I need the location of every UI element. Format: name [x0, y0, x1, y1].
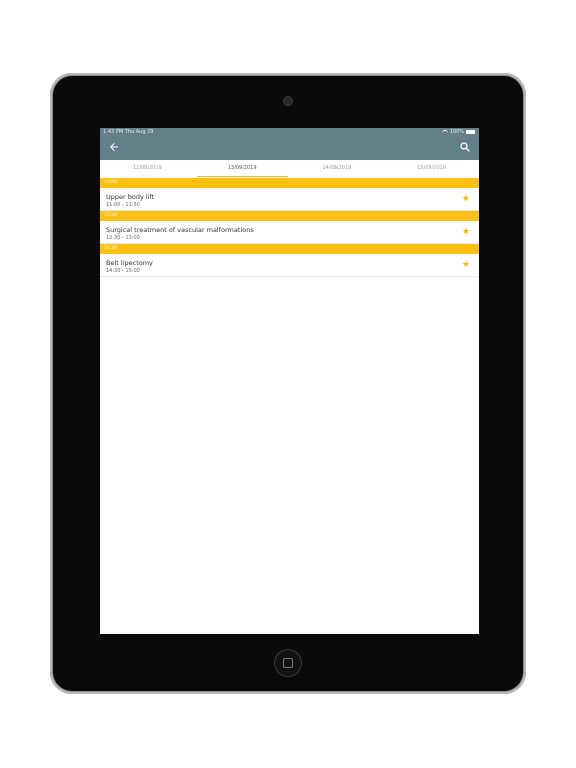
app-bar: 1:43 PM Thu Aug 29 100% [100, 128, 479, 160]
date-tabs: 12/09/2019 13/09/2019 14/09/2019 15/09/2… [100, 160, 479, 178]
status-time: 1:43 PM [103, 129, 124, 135]
wifi-icon [441, 130, 448, 134]
status-bar-left: 1:43 PM Thu Aug 29 [103, 129, 153, 135]
home-square-icon [283, 658, 293, 668]
session-time: 11:00 - 11:30 [106, 202, 140, 208]
status-bar-right: 100% [441, 129, 475, 135]
star-icon[interactable]: ★ [462, 261, 470, 270]
session-title: Surgical treatment of vascular malformat… [106, 226, 254, 234]
session-item[interactable]: Belt lipectomy 14:30 - 15:00 ★ [100, 254, 479, 277]
tab-date-4[interactable]: 15/09/2019 [384, 160, 479, 178]
time-header: 11:00 [100, 178, 479, 188]
session-item[interactable]: Surgical treatment of vascular malformat… [100, 221, 479, 244]
battery-level: 100% [449, 129, 464, 135]
time-header: 12:30 [100, 211, 479, 221]
tab-date-1[interactable]: 12/09/2019 [100, 160, 195, 178]
session-title: Belt lipectomy [106, 259, 153, 267]
session-item[interactable]: Upper body lift 11:00 - 11:30 ★ [100, 188, 479, 211]
battery-icon [466, 130, 475, 134]
arrow-left-icon[interactable] [108, 141, 120, 153]
star-icon[interactable]: ★ [462, 228, 470, 237]
search-icon[interactable] [459, 141, 471, 153]
session-time: 12:30 - 13:00 [106, 235, 140, 241]
tab-date-2[interactable]: 13/09/2019 [195, 160, 290, 178]
tab-date-3[interactable]: 14/09/2019 [290, 160, 385, 178]
time-header: 14:30 [100, 244, 479, 254]
session-list: 11:00 Upper body lift 11:00 - 11:30 ★ 12… [100, 178, 479, 277]
star-icon[interactable]: ★ [462, 195, 470, 204]
status-date: Thu Aug 29 [124, 129, 154, 135]
home-button[interactable] [274, 649, 302, 677]
app-screen: 1:43 PM Thu Aug 29 100% 12/09/2019 13/09… [100, 128, 479, 634]
camera-dot [284, 97, 292, 105]
session-title: Upper body lift [106, 193, 155, 201]
session-time: 14:30 - 15:00 [106, 268, 140, 274]
